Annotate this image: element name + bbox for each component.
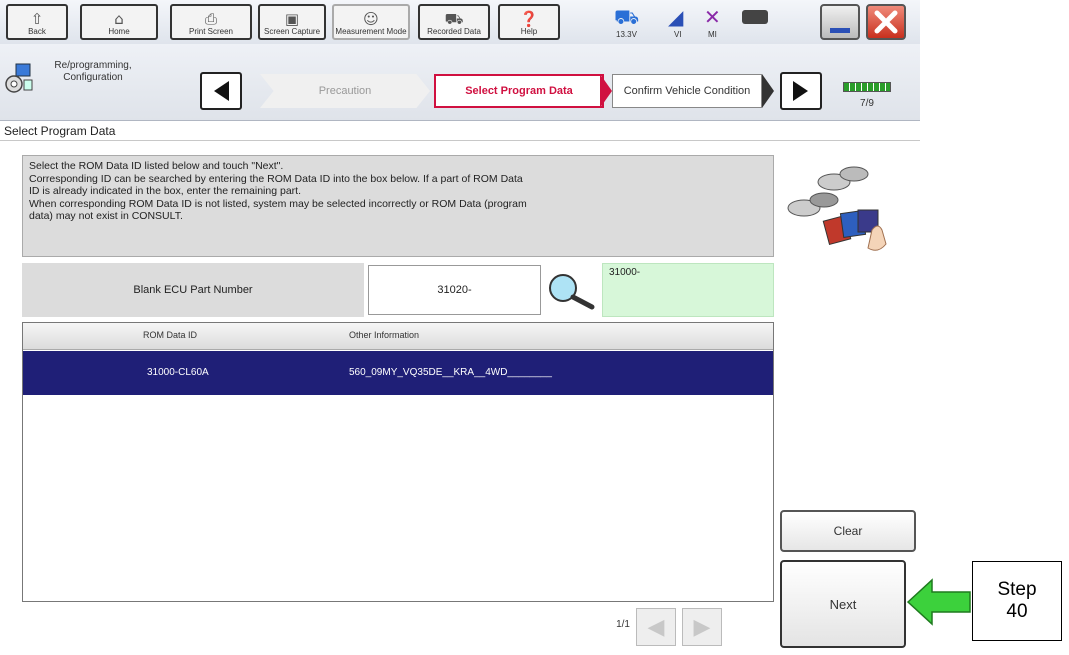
clear-button[interactable]: Clear xyxy=(780,510,916,552)
measurement-mode-button[interactable]: ☺ Measurement Mode xyxy=(332,4,410,40)
next-step-button[interactable] xyxy=(780,72,822,110)
step-callout-number: 40 xyxy=(1006,601,1028,622)
instruction-line: ID is already indicated in the box, ente… xyxy=(29,185,301,198)
part-number-row: Blank ECU Part Number 31020- 31000- xyxy=(22,263,774,317)
rom-data-table: ROM Data ID Other Information 31000-CL60… xyxy=(22,322,774,602)
progress-bar xyxy=(843,82,891,92)
camera-icon: ▣ xyxy=(284,10,300,28)
home-button[interactable]: ⌂ Home xyxy=(80,4,158,40)
other-information-cell: 560_09MY_VQ35DE__KRA__4WD________ xyxy=(349,367,552,378)
home-arrow-icon: ⇧ xyxy=(30,10,44,28)
step-callout: Step 40 xyxy=(972,561,1062,641)
part-number-field[interactable]: 31020- xyxy=(368,265,541,315)
column-header-rom-data-id: ROM Data ID xyxy=(143,330,198,340)
search-input[interactable]: 31000- xyxy=(602,263,774,317)
top-toolbar: ⇧ Back ⌂ Home ⎙ Print Screen ▣ Screen Ca… xyxy=(0,0,920,45)
right-arrow-icon xyxy=(793,81,808,101)
vehicle-selection-illustration xyxy=(787,166,887,251)
back-button[interactable]: ⇧ Back xyxy=(6,4,68,40)
instruction-line: data) may not exist in CONSULT. xyxy=(29,210,183,223)
green-arrow-icon xyxy=(906,578,971,626)
house-icon: ⌂ xyxy=(114,10,124,28)
rom-data-id-cell: 31000-CL60A xyxy=(147,367,209,378)
wizard-title: Re/programming, Configuration xyxy=(54,60,132,83)
page-count: 1/1 xyxy=(616,619,630,630)
mi-label: MI xyxy=(708,30,717,39)
car-data-icon: ⛟ xyxy=(444,10,464,28)
pager: 1/1 ◀ ▶ xyxy=(590,606,780,646)
page-title: Select Program Data xyxy=(4,124,116,138)
battery-voltage: 13.3V xyxy=(616,30,637,39)
blank-ecu-part-number-label: Blank ECU Part Number xyxy=(22,263,364,317)
instruction-line: Corresponding ID can be searched by ente… xyxy=(29,172,523,185)
instruction-line: Select the ROM Data ID listed below and … xyxy=(29,160,284,172)
title-divider xyxy=(0,140,920,141)
reprogramming-icon xyxy=(5,63,33,93)
progress-count: 7/9 xyxy=(860,98,874,109)
next-step-pointer xyxy=(762,74,774,108)
left-arrow-icon xyxy=(214,81,229,101)
column-header-other-information: Other Information xyxy=(349,330,420,340)
step-callout-label: Step xyxy=(997,579,1037,600)
close-button[interactable] xyxy=(866,4,906,40)
left-triangle-icon: ◀ xyxy=(647,614,665,640)
page-next-button[interactable]: ▶ xyxy=(682,608,722,646)
right-triangle-icon: ▶ xyxy=(693,614,711,640)
print-screen-button[interactable]: ⎙ Print Screen xyxy=(170,4,252,40)
step-progress: 7/9 xyxy=(838,82,896,118)
table-header: ROM Data ID Other Information xyxy=(23,323,773,350)
minimize-button[interactable] xyxy=(820,4,860,40)
next-button[interactable]: Next xyxy=(780,560,906,648)
step-confirm-vehicle-condition: Confirm Vehicle Condition xyxy=(612,74,762,108)
instruction-panel: Select the ROM Data ID listed below and … xyxy=(22,155,774,257)
vi-signal-icon: ◢ xyxy=(668,5,684,29)
help-button[interactable]: ❓ Help xyxy=(498,4,560,40)
close-icon xyxy=(874,10,898,34)
help-icon: ❓ xyxy=(519,10,539,28)
recorded-data-button[interactable]: ⛟ Recorded Data xyxy=(418,4,490,40)
wizard-bar: Re/programming, Configuration Precaution… xyxy=(0,44,920,121)
step-precaution: Precaution xyxy=(260,74,430,108)
car-battery-icon: ⛟ xyxy=(614,5,640,29)
search-button[interactable] xyxy=(546,271,596,311)
mi-disconnected-icon: ✕ xyxy=(704,5,721,29)
page-previous-button[interactable]: ◀ xyxy=(636,608,676,646)
step-select-program-data: Select Program Data xyxy=(434,74,604,108)
consult-screen: ⇧ Back ⌂ Home ⎙ Print Screen ▣ Screen Ca… xyxy=(0,0,920,655)
instruction-line: When corresponding ROM Data ID is not li… xyxy=(29,197,527,210)
printer-icon: ⎙ xyxy=(204,10,217,28)
previous-step-button[interactable] xyxy=(200,72,242,110)
person-icon: ☺ xyxy=(363,10,379,28)
connector-icon xyxy=(742,10,768,24)
minimize-icon xyxy=(830,28,850,33)
screen-capture-button[interactable]: ▣ Screen Capture xyxy=(258,4,326,40)
table-row[interactable]: 31000-CL60A 560_09MY_VQ35DE__KRA__4WD___… xyxy=(23,351,773,395)
current-step-pointer xyxy=(600,74,612,108)
vi-label: VI xyxy=(674,30,682,39)
